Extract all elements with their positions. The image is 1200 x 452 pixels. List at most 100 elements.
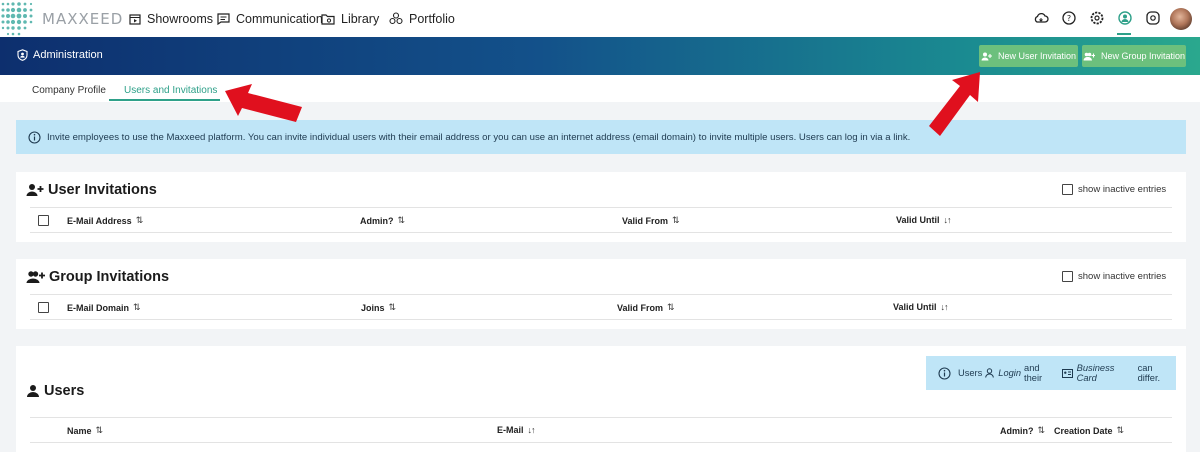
info-icon <box>938 366 951 380</box>
person-icon <box>985 368 995 378</box>
new-group-invitation-label: New Group Invitation <box>1100 51 1186 61</box>
sort-icon[interactable]: ⇅ <box>1038 425 1045 436</box>
sort-icon[interactable]: ↓↑ <box>528 425 536 435</box>
info-banner-text: Invite employees to use the Maxxeed plat… <box>47 131 911 143</box>
settings-icon[interactable] <box>1089 10 1105 26</box>
column-joins[interactable]: Joins ⇅ <box>361 302 396 313</box>
sort-icon[interactable]: ⇅ <box>667 302 674 313</box>
sort-icon[interactable]: ⇅ <box>136 215 143 226</box>
maxxeed-logo[interactable]: MAXXEED <box>0 0 122 37</box>
user-icon <box>27 385 39 397</box>
avatar[interactable] <box>1170 8 1192 30</box>
info-icon <box>28 130 41 144</box>
show-inactive-checkbox[interactable] <box>1062 184 1073 195</box>
info-banner: Invite employees to use the Maxxeed plat… <box>16 120 1186 154</box>
sort-icon[interactable]: ↓↑ <box>941 302 949 312</box>
admin-title-label: Administration <box>33 49 103 61</box>
cloud-icon[interactable] <box>1033 10 1049 26</box>
group-invitations-title-label: Group Invitations <box>49 269 170 285</box>
user-invitations-card: User Invitations show inactive entries E… <box>16 172 1186 242</box>
sort-icon[interactable]: ⇅ <box>133 302 140 313</box>
users-title-label: Users <box>44 383 85 399</box>
nav-communication[interactable]: Communication <box>217 0 323 37</box>
column-label: Valid Until <box>893 302 937 312</box>
annotation-arrow-button-icon <box>929 72 980 136</box>
column-label: Admin? <box>1000 425 1034 436</box>
admin-icon[interactable] <box>1117 10 1133 26</box>
column-label: E-Mail Address <box>67 215 132 226</box>
add-group-icon <box>26 271 45 283</box>
sort-icon[interactable]: ⇅ <box>398 215 405 226</box>
logo-dots-icon <box>1 2 33 36</box>
users-header-row: Name ⇅ E-Mail ↓↑ Admin? ⇅ Creation Date ⇅ <box>30 417 1172 443</box>
show-inactive-label: show inactive entries <box>1078 184 1167 195</box>
users-info-prefix: Users <box>958 368 983 378</box>
admin-title: Administration <box>17 49 103 61</box>
sort-icon[interactable]: ⇅ <box>96 425 103 436</box>
column-email[interactable]: E-Mail ↓↑ <box>497 425 536 435</box>
shield-icon <box>17 49 28 61</box>
column-name[interactable]: Name ⇅ <box>67 425 103 436</box>
column-label: Valid From <box>622 215 669 226</box>
add-user-icon <box>981 52 992 60</box>
new-group-invitation-button[interactable]: New Group Invitation <box>1082 45 1186 67</box>
users-info-suffix: can differ. <box>1137 363 1161 383</box>
show-inactive-checkbox[interactable] <box>1062 271 1073 282</box>
column-email-address[interactable]: E-Mail Address ⇅ <box>67 215 143 226</box>
nav-showrooms-label: Showrooms <box>147 11 213 26</box>
nav-portfolio-label: Portfolio <box>409 11 455 26</box>
users-info-mid: and their <box>1024 363 1043 383</box>
tab-company-profile[interactable]: Company Profile <box>32 85 106 96</box>
show-inactive-user-invitations[interactable]: show inactive entries <box>1062 184 1166 195</box>
select-all-checkbox[interactable] <box>38 215 49 226</box>
help-icon[interactable]: ? <box>1061 10 1077 26</box>
active-icon-indicator <box>1117 33 1131 35</box>
group-invitations-header-row: E-Mail Domain ⇅ Joins ⇅ Valid From ⇅ Valid … <box>30 294 1172 320</box>
user-invitations-title: User Invitations <box>26 182 157 198</box>
new-user-invitation-button[interactable]: New User Invitation <box>979 45 1078 67</box>
sort-icon[interactable]: ⇅ <box>389 302 396 313</box>
nav-communication-label: Communication <box>236 11 323 26</box>
user-invitations-title-label: User Invitations <box>48 182 157 198</box>
users-title: Users <box>26 383 84 399</box>
tab-users-and-invitations[interactable]: Users and Invitations <box>124 85 217 96</box>
nav-showrooms[interactable]: Showrooms <box>129 0 213 37</box>
sort-icon[interactable]: ⇅ <box>1117 425 1124 436</box>
column-label: Joins <box>361 302 385 313</box>
showroom-icon <box>129 13 141 25</box>
sort-icon[interactable]: ↓↑ <box>944 215 952 225</box>
nav-library-label: Library <box>341 11 380 26</box>
column-label: Admin? <box>360 215 394 226</box>
group-invitations-card: Group Invitations show inactive entries … <box>16 259 1186 329</box>
sort-icon[interactable]: ⇅ <box>672 215 679 226</box>
select-all-checkbox[interactable] <box>38 302 49 313</box>
column-label: E-Mail Domain <box>67 302 130 313</box>
column-admin[interactable]: Admin? ⇅ <box>1000 425 1045 436</box>
logo-text: MAXXEED <box>42 10 124 28</box>
portfolio-icon <box>389 12 403 25</box>
column-admin[interactable]: Admin? ⇅ <box>360 215 405 226</box>
users-info-login: Login <box>998 368 1022 378</box>
nav-library[interactable]: Library <box>321 0 379 37</box>
column-valid-until[interactable]: Valid Until ↓↑ <box>896 215 952 225</box>
column-label: E-Mail <box>497 425 524 435</box>
show-inactive-label: show inactive entries <box>1078 271 1167 282</box>
column-valid-until[interactable]: Valid Until ↓↑ <box>893 302 949 312</box>
group-invitations-title: Group Invitations <box>26 269 169 285</box>
users-card: Users Users Login and their Business Car… <box>16 346 1186 452</box>
column-label: Valid From <box>617 302 664 313</box>
gear-badge-icon[interactable] <box>1145 10 1161 26</box>
add-user-icon <box>26 184 44 196</box>
column-valid-from[interactable]: Valid From ⇅ <box>617 302 674 313</box>
svg-text:?: ? <box>1067 14 1071 23</box>
annotation-arrow-tabs-icon <box>225 84 302 122</box>
folder-icon <box>321 13 335 25</box>
column-valid-from[interactable]: Valid From ⇅ <box>622 215 679 226</box>
show-inactive-group-invitations[interactable]: show inactive entries <box>1062 271 1166 282</box>
column-label: Name <box>67 425 92 436</box>
column-email-domain[interactable]: E-Mail Domain ⇅ <box>67 302 140 313</box>
column-creation-date[interactable]: Creation Date ⇅ <box>1054 425 1124 436</box>
nav-portfolio[interactable]: Portfolio <box>389 0 455 37</box>
message-icon <box>217 12 230 25</box>
column-label: Valid Until <box>896 215 940 225</box>
